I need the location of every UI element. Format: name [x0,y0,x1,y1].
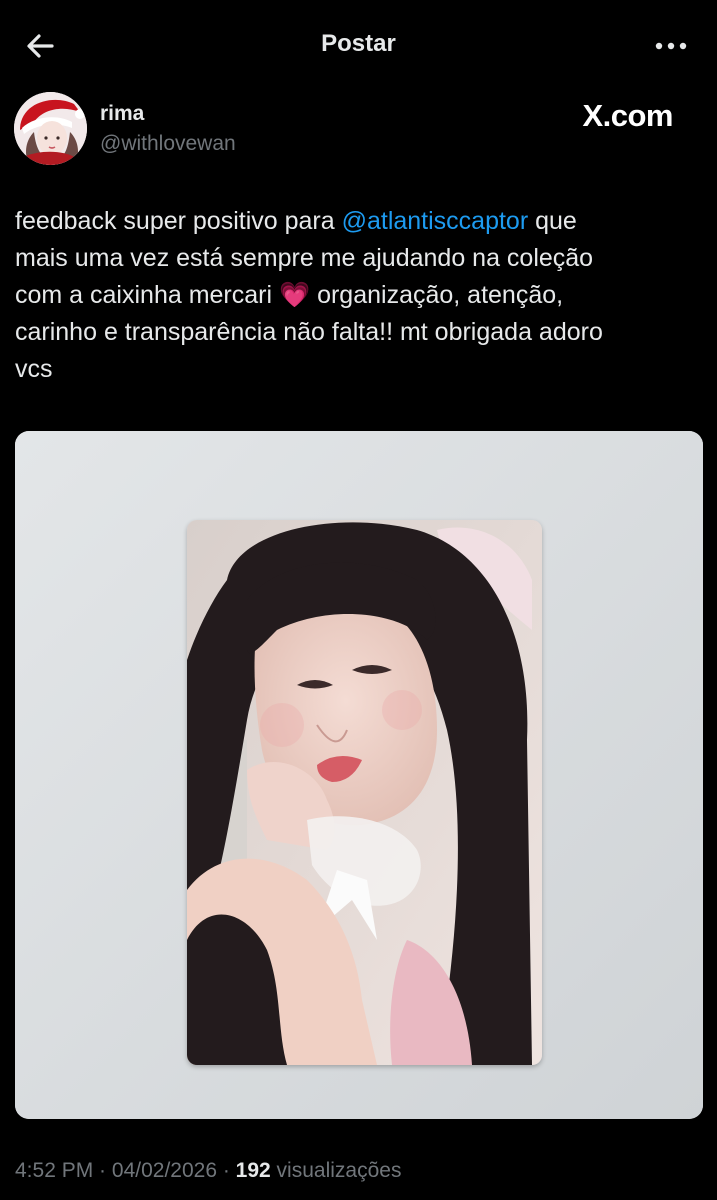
x-com-watermark: X.com [582,98,673,133]
author-name[interactable]: rima [100,102,144,126]
mention-link[interactable]: @atlantisccaptor [342,207,529,235]
photocard-portrait [187,520,542,1065]
avatar[interactable] [14,92,87,165]
photocard-image [187,520,542,1065]
separator: · [93,1159,112,1182]
tweet-metadata: 4:52 PM · 04/02/2026 · 192 visualizações [15,1159,401,1183]
more-horizontal-icon [655,42,687,50]
tweet-author: rima @withlovewan X.com [14,92,704,167]
top-bar: Postar [0,0,717,92]
more-options-button[interactable] [651,30,691,62]
tweet-text-part: feedback super positivo para [15,207,342,235]
separator: · [217,1159,236,1182]
tweet-time[interactable]: 4:52 PM [15,1159,93,1182]
views-count[interactable]: 192 [236,1159,271,1182]
pink-heart-emoji: 💗 [278,281,311,309]
avatar-image [14,92,87,165]
tweet-date[interactable]: 04/02/2026 [112,1159,217,1182]
views-label: visualizações [270,1159,402,1182]
page-title: Postar [321,30,396,57]
tweet-text: feedback super positivo para @atlantiscc… [15,203,695,388]
tweet-media[interactable] [15,431,703,1119]
author-handle[interactable]: @withlovewan [100,132,236,156]
